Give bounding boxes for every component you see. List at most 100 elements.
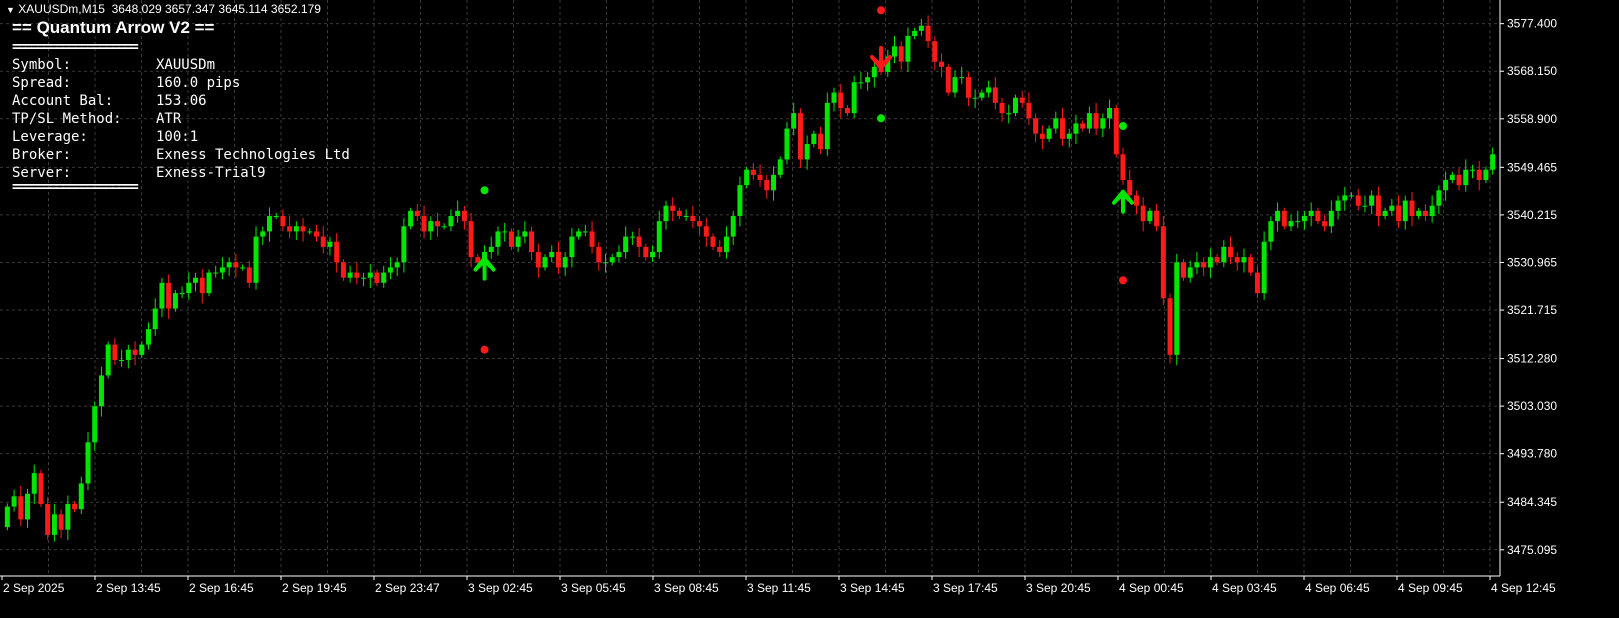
candle-body: [1355, 195, 1361, 206]
candle-body: [932, 41, 938, 62]
candle-body: [690, 216, 696, 222]
y-tick-label: 3568.150: [1507, 64, 1557, 78]
candle-body: [905, 36, 911, 62]
candle-body: [1033, 118, 1039, 134]
candle-body: [320, 236, 326, 247]
candle-body: [502, 231, 508, 233]
candle-body: [676, 210, 682, 216]
candle-body: [374, 272, 380, 283]
candle-body: [132, 349, 138, 355]
candle-body: [381, 272, 387, 283]
candle-body: [461, 210, 467, 222]
candle-body: [1140, 205, 1146, 222]
candle-body: [347, 272, 353, 278]
candle-body: [529, 231, 535, 252]
info-label: Spread:: [12, 75, 72, 91]
candle-body: [340, 262, 346, 278]
candle-body: [441, 226, 447, 228]
candle-body: [105, 344, 111, 376]
candle-body: [1402, 200, 1408, 222]
candle-body: [744, 169, 750, 186]
info-value: Exness-Trial9: [156, 165, 266, 181]
candle-body: [219, 267, 225, 273]
candle-body: [616, 252, 622, 258]
signal-layer: [473, 6, 1134, 354]
candle-body: [206, 272, 212, 294]
candle-body: [1248, 257, 1254, 273]
candle-body: [965, 77, 971, 98]
candle-body: [771, 174, 777, 191]
candle-body: [226, 262, 232, 268]
candle-body: [1093, 113, 1099, 129]
x-tick-label: 2 Sep 13:45: [96, 581, 161, 595]
candle-body: [750, 169, 756, 175]
candle-body: [629, 236, 635, 238]
x-tick-label: 2 Sep 16:45: [189, 581, 254, 595]
candle-body: [898, 46, 904, 62]
candle-body: [1154, 210, 1160, 227]
candle-body: [582, 231, 588, 233]
candle-body: [233, 262, 239, 268]
candle-body: [327, 241, 333, 247]
info-label: Account Bal:: [12, 93, 114, 109]
y-tick-label: 3512.280: [1507, 352, 1557, 366]
candle-body: [1261, 241, 1267, 294]
candle-body: [959, 77, 965, 79]
candle-body: [213, 272, 219, 274]
candle-body: [1288, 221, 1294, 227]
candle-body: [1382, 210, 1388, 216]
candle-body: [78, 483, 84, 510]
info-label: Symbol:: [12, 57, 72, 73]
candle-body: [972, 97, 978, 99]
candle-body: [179, 293, 185, 295]
candle-body: [1133, 195, 1139, 206]
candle-body: [515, 236, 521, 247]
info-panel: Symbol: XAUUSDm Spread: 160.0 pips Account B…: [12, 56, 350, 182]
candle-body: [1060, 118, 1066, 139]
candle-body: [1127, 180, 1133, 196]
candle-body: [51, 514, 57, 535]
candle-body: [253, 236, 259, 283]
y-tick-label: 3540.215: [1507, 208, 1557, 222]
ohlc-readout: 3648.029 3657.347 3645.114 3652.179: [111, 2, 321, 16]
x-tick-label: 4 Sep 00:45: [1119, 581, 1184, 595]
candle-body: [65, 504, 71, 530]
candle-body: [1409, 200, 1415, 216]
candle-body: [1180, 262, 1186, 278]
x-tick-label: 2 Sep 19:45: [282, 581, 347, 595]
candle-body: [58, 514, 64, 530]
info-value: Exness Technologies Ltd: [156, 147, 350, 163]
candle-body: [851, 82, 857, 114]
candle-body: [455, 210, 461, 216]
info-label: Broker:: [12, 147, 72, 163]
info-label: Leverage:: [12, 129, 88, 145]
candle-body: [1476, 169, 1482, 180]
candle-body: [1342, 195, 1348, 201]
candle-body: [1066, 133, 1072, 139]
candle-body: [1201, 262, 1207, 268]
candle-body: [145, 329, 151, 345]
candle-body: [576, 231, 582, 237]
x-tick-label: 4 Sep 03:45: [1212, 581, 1277, 595]
candle-body: [784, 128, 790, 160]
candle-body: [92, 406, 98, 443]
info-row: TP/SL Method: ATR: [12, 110, 350, 128]
candle-body: [1113, 108, 1119, 155]
candle-body: [1422, 210, 1428, 216]
candle-body: [1322, 221, 1328, 227]
candle-body: [361, 277, 367, 279]
info-value: 100:1: [156, 129, 199, 145]
candle-body: [421, 216, 427, 232]
dropdown-triangle-icon[interactable]: ▼: [6, 5, 15, 15]
info-row: Symbol: XAUUSDm: [12, 56, 350, 74]
candle-body: [1012, 97, 1018, 114]
candle-body: [280, 216, 286, 227]
candle-body: [1174, 262, 1180, 355]
candle-body: [952, 77, 958, 93]
candle-body: [38, 473, 44, 504]
candle-body: [650, 252, 656, 258]
candle-body: [1268, 221, 1274, 242]
candle-body: [112, 344, 118, 360]
candle-body: [1469, 169, 1475, 171]
candle-body: [791, 113, 797, 129]
